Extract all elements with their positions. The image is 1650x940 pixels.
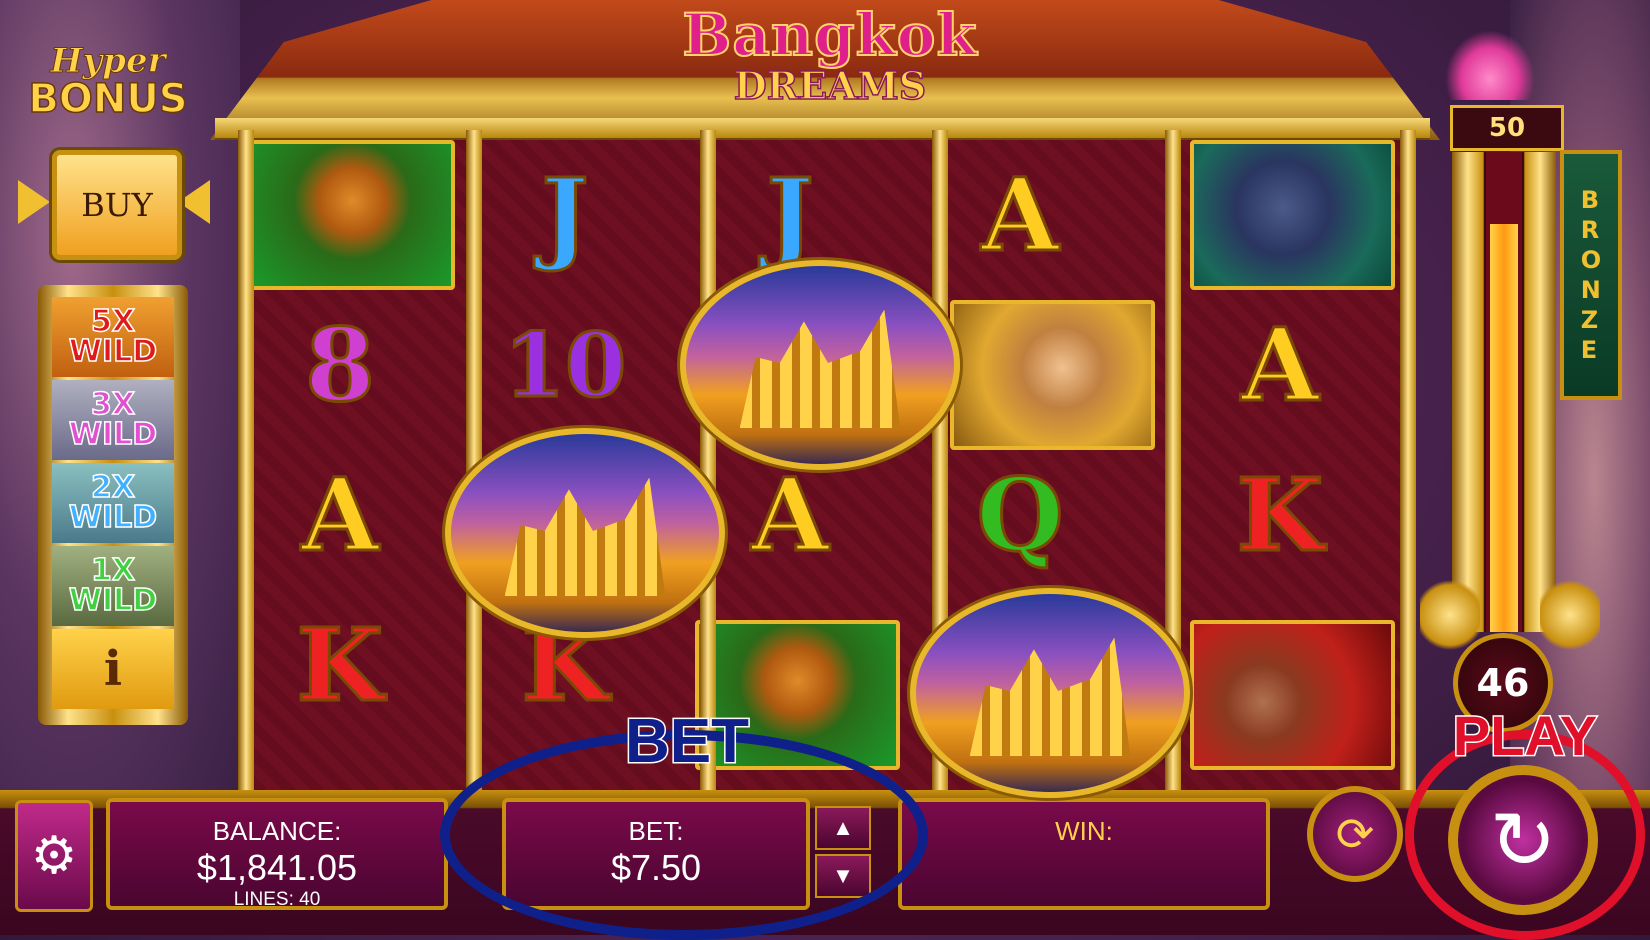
wild-multiplier-panel: 5X WILD 3X WILD 2X WILD 1X WILD i [38, 285, 188, 725]
dragon-ornament-icon [1540, 575, 1600, 655]
king-symbol [1190, 620, 1395, 770]
spin-button[interactable]: ↻ [1448, 765, 1598, 915]
hyper-bonus-title: Hyper [50, 41, 166, 81]
autoplay-icon: ⟳ [1335, 808, 1375, 860]
temple-scatter-symbol [910, 588, 1190, 798]
hyper-bonus-subtitle: BONUS [28, 76, 189, 122]
balance-label: BALANCE: [212, 816, 342, 846]
gear-icon: ⚙ [30, 827, 78, 885]
play-callout-label: PLAY [1451, 704, 1598, 767]
bet-value: $7.50 [610, 847, 702, 888]
elephant-symbol [1190, 140, 1395, 290]
arrow-right-icon [178, 180, 210, 224]
reel-divider [1400, 130, 1416, 790]
symbol-a: A [1240, 305, 1321, 426]
bet-decrease-button[interactable]: ▼ [815, 854, 871, 898]
bet-callout-label: BET [624, 707, 751, 776]
arrow-up-icon: ▲ [832, 815, 854, 840]
symbol-q: Q [975, 455, 1065, 576]
arrow-left-icon [18, 180, 50, 224]
temple-scatter-symbol [445, 428, 725, 638]
bet-stepper: ▲ ▼ [815, 806, 875, 902]
tier-letter: Z [1580, 306, 1599, 334]
tiger-symbol [250, 140, 455, 290]
settings-button[interactable]: ⚙ [15, 800, 93, 912]
symbol-10: 10 [502, 312, 627, 419]
temple-scatter-symbol [680, 260, 960, 470]
meter-fill [1490, 224, 1518, 632]
balance-panel: BALANCE: $1,841.05 LINES: 40 [106, 798, 448, 910]
wild-word-label: WILD [68, 417, 158, 452]
tier-letter: E [1580, 336, 1598, 364]
balance-value: $1,841.05 [196, 847, 358, 888]
reel-divider [238, 130, 254, 790]
bet-panel: BET: $7.50 [502, 798, 810, 910]
tier-letter: N [1580, 276, 1601, 304]
tier-letter: B [1580, 186, 1600, 214]
autoplay-button[interactable]: ⟳ [1307, 786, 1403, 882]
spin-icon: ↻ [1489, 795, 1557, 885]
win-label: WIN: [1055, 816, 1113, 846]
lotus-icon [1445, 30, 1535, 100]
win-panel: WIN: [898, 798, 1270, 910]
tier-letter: O [1580, 246, 1602, 274]
logo-title: Bangkok [681, 1, 978, 69]
wild-3x-button[interactable]: 3X WILD [52, 380, 174, 460]
wild-5x-button[interactable]: 5X WILD [52, 297, 174, 377]
hyper-bonus-logo: Hyper BONUS [18, 44, 198, 124]
wild-word-label: WILD [68, 334, 158, 369]
reel-divider [466, 130, 482, 790]
wild-mult-label: 3X [90, 387, 136, 422]
tier-badge: BRONZE [1560, 150, 1622, 400]
symbol-a: A [980, 155, 1061, 276]
bet-increase-button[interactable]: ▲ [815, 806, 871, 850]
logo-subtitle: DREAMS [733, 63, 927, 108]
game-logo: Bangkok DREAMS [640, 1, 1020, 110]
symbol-a: A [300, 455, 381, 576]
tier-letter: R [1580, 216, 1600, 244]
info-button[interactable]: i [52, 629, 174, 709]
wild-1x-button[interactable]: 1X WILD [52, 546, 174, 626]
reel-divider [700, 130, 716, 790]
wild-mult-label: 5X [90, 304, 136, 339]
roof-band [215, 118, 1430, 140]
symbol-k: K [1235, 455, 1325, 576]
wild-mult-label: 1X [90, 553, 136, 588]
wild-mult-label: 2X [90, 470, 136, 505]
arrow-down-icon: ▼ [832, 863, 854, 888]
symbol-j: J [540, 155, 590, 276]
buy-button[interactable]: BUY [52, 150, 182, 260]
dancer-symbol [950, 300, 1155, 450]
wild-word-label: WILD [68, 583, 158, 618]
meter-top-count: 50 [1450, 105, 1564, 151]
lines-label: LINES: 40 [233, 889, 321, 910]
bet-label: BET: [628, 816, 684, 846]
wild-2x-button[interactable]: 2X WILD [52, 463, 174, 543]
symbol-k: K [295, 605, 385, 726]
symbol-8: 8 [304, 305, 377, 426]
wild-word-label: WILD [68, 500, 158, 535]
tier-label: BRONZE [1581, 185, 1601, 365]
